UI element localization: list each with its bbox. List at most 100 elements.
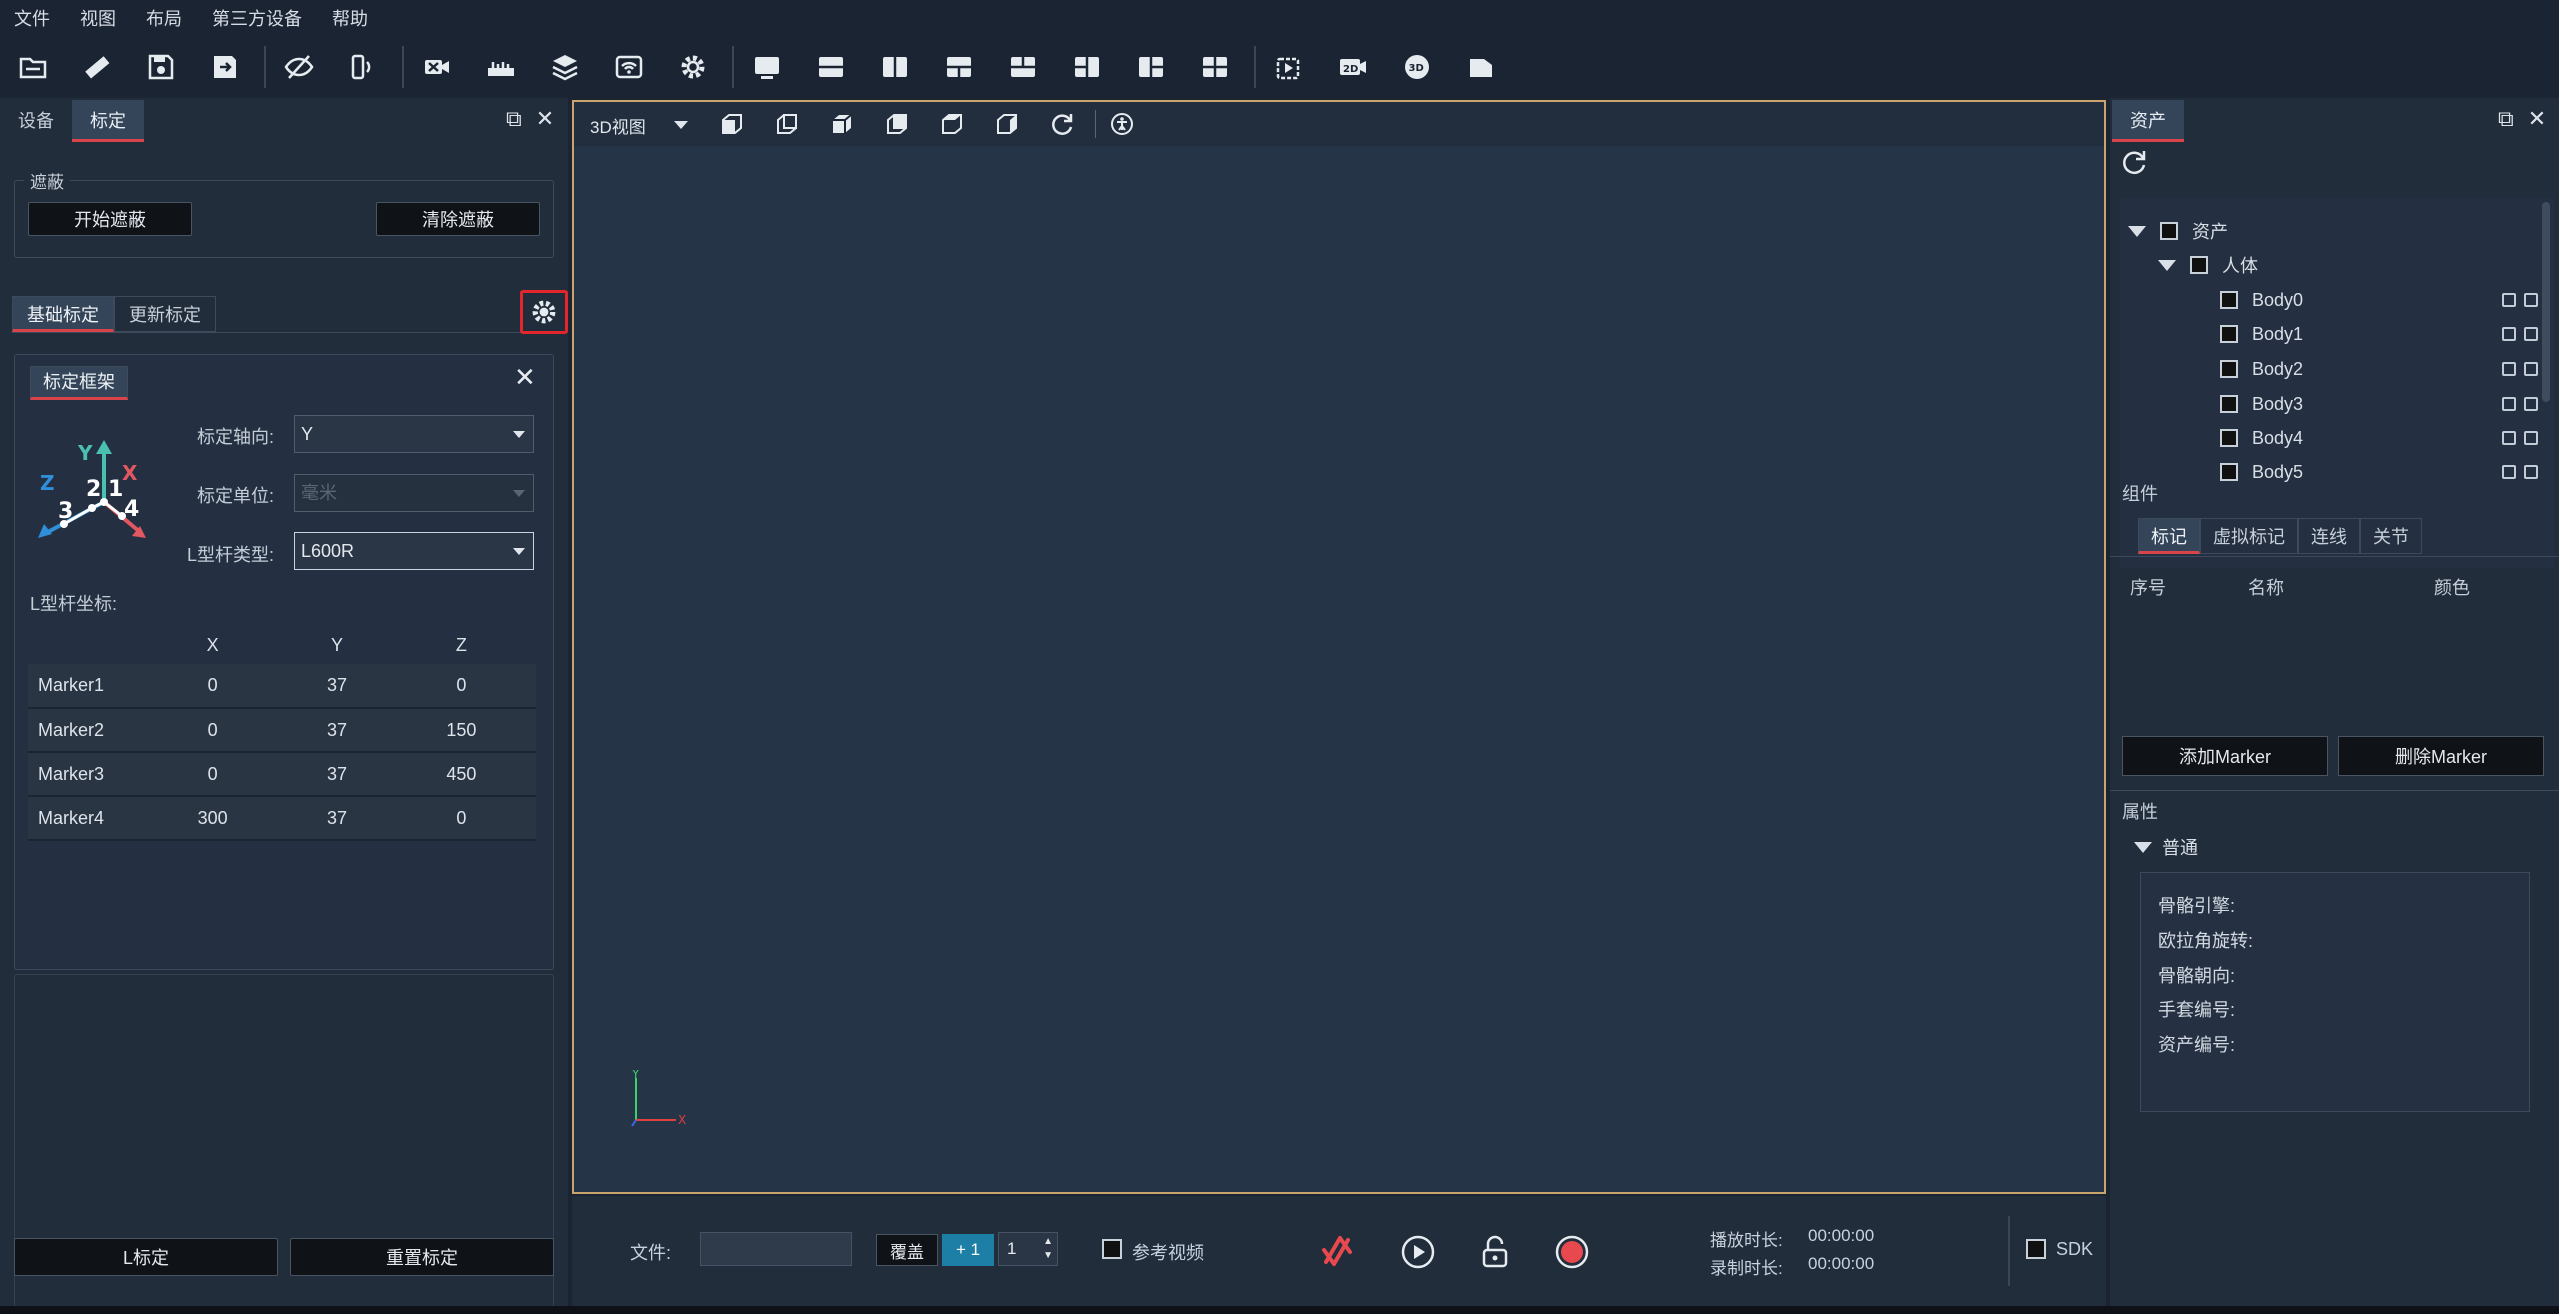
menu-view[interactable]: 视图 [80, 5, 116, 31]
expand-icon[interactable] [2134, 841, 2152, 853]
view-3d-icon[interactable]: 3D [1398, 48, 1436, 86]
overwrite-button[interactable]: 覆盖 [876, 1234, 938, 1266]
layout-split-h-icon[interactable] [812, 48, 850, 86]
device-sync-icon[interactable] [344, 48, 382, 86]
play-icon[interactable] [1400, 1234, 1436, 1270]
refresh-icon[interactable] [2120, 148, 2148, 176]
tree-root-assets[interactable]: 资产 [2128, 214, 2228, 248]
checkbox[interactable] [2190, 256, 2208, 274]
layout-3c-icon[interactable] [1068, 48, 1106, 86]
tree-item-body3[interactable]: Body3 [2220, 387, 2538, 421]
export-icon[interactable] [2524, 327, 2538, 341]
checkbox[interactable] [2220, 325, 2238, 343]
calibration-settings-button[interactable] [520, 290, 568, 334]
plus-one-button[interactable]: + 1 [942, 1234, 994, 1266]
hide-icon[interactable] [280, 48, 318, 86]
camera-record-icon[interactable] [1270, 48, 1308, 86]
tree-item-body5[interactable]: Body5 [2220, 455, 2538, 489]
live-capture-icon[interactable] [1320, 1232, 1356, 1270]
checkbox[interactable] [2220, 463, 2238, 481]
body-actions[interactable] [2502, 465, 2538, 479]
camera-off-icon[interactable] [418, 48, 456, 86]
tab-joints[interactable]: 关节 [2360, 518, 2422, 554]
calibration-bar-icon[interactable] [482, 48, 520, 86]
copy-icon[interactable] [2502, 293, 2516, 307]
tab-update-calibration[interactable]: 更新标定 [114, 296, 216, 332]
save-as-icon[interactable] [206, 48, 244, 86]
export-icon[interactable] [2524, 465, 2538, 479]
general-section[interactable]: 普通 [2134, 830, 2198, 864]
record-button[interactable] [1554, 1234, 1590, 1270]
copy-icon[interactable] [2502, 465, 2516, 479]
view-cube-back-icon[interactable] [771, 108, 803, 140]
undock-icon[interactable]: ⧉ [2498, 108, 2514, 130]
menu-help[interactable]: 帮助 [332, 5, 368, 31]
view-mode-select[interactable]: 3D视图 [590, 113, 646, 138]
layers-icon[interactable] [546, 48, 584, 86]
save-icon[interactable] [142, 48, 180, 86]
body-actions[interactable] [2502, 362, 2538, 376]
body-actions[interactable] [2502, 327, 2538, 341]
spin-arrows-icon[interactable]: ▲ ▼ [1043, 1235, 1053, 1263]
export-icon[interactable] [2524, 362, 2538, 376]
tree-item-body1[interactable]: Body1 [2220, 317, 2538, 351]
start-mask-button[interactable]: 开始遮蔽 [28, 202, 192, 236]
checkbox[interactable] [2220, 395, 2238, 413]
menu-file[interactable]: 文件 [14, 5, 50, 31]
export-icon[interactable] [2524, 397, 2538, 411]
layout-3d-icon[interactable] [1132, 48, 1170, 86]
take-number-spinbox[interactable]: 1 ▲ ▼ [998, 1232, 1058, 1266]
l-bar-type-select[interactable]: L600R [294, 532, 534, 570]
menu-third-party[interactable]: 第三方设备 [212, 5, 302, 31]
layout-3a-icon[interactable] [940, 48, 978, 86]
l-calibration-button[interactable]: L标定 [14, 1238, 278, 1276]
tab-virtual-markers[interactable]: 虚拟标记 [2200, 518, 2298, 554]
tree-scrollbar[interactable] [2542, 202, 2550, 402]
body-actions[interactable] [2502, 293, 2538, 307]
view-cube-top-icon[interactable] [936, 108, 968, 140]
checkbox[interactable] [2220, 429, 2238, 447]
copy-icon[interactable] [2502, 431, 2516, 445]
tab-assets[interactable]: 资产 [2112, 100, 2184, 142]
body-actions[interactable] [2502, 397, 2538, 411]
layout-quad-icon[interactable] [1196, 48, 1234, 86]
delete-marker-button[interactable]: 删除Marker [2338, 736, 2544, 776]
tree-item-body2[interactable]: Body2 [2220, 352, 2538, 386]
view-cube-right-icon[interactable] [881, 108, 913, 140]
layout-single-icon[interactable] [748, 48, 786, 86]
menu-layout[interactable]: 布局 [146, 5, 182, 31]
file-input[interactable] [700, 1232, 852, 1266]
tree-item-body0[interactable]: Body0 [2220, 283, 2538, 317]
close-icon[interactable]: ✕ [2528, 108, 2546, 130]
tab-markers[interactable]: 标记 [2138, 518, 2200, 554]
tab-links[interactable]: 连线 [2298, 518, 2360, 554]
sdk-checkbox[interactable] [2026, 1239, 2046, 1259]
layout-3b-icon[interactable] [1004, 48, 1042, 86]
tab-calibration[interactable]: 标定 [72, 100, 144, 142]
expand-icon[interactable] [2128, 225, 2146, 237]
body-actions[interactable] [2502, 431, 2538, 445]
video-2d-icon[interactable]: 2D [1334, 48, 1372, 86]
copy-icon[interactable] [2502, 362, 2516, 376]
view-cube-left-icon[interactable] [826, 108, 858, 140]
tree-group-human[interactable]: 人体 [2158, 248, 2258, 282]
open-folder-icon[interactable] [14, 48, 52, 86]
view-cube-bottom-icon[interactable] [991, 108, 1023, 140]
refresh-view-icon[interactable] [1046, 108, 1078, 140]
undock-icon[interactable]: ⧉ [506, 108, 522, 130]
export-icon[interactable] [2524, 293, 2538, 307]
export-icon[interactable] [2524, 431, 2538, 445]
copy-icon[interactable] [2502, 397, 2516, 411]
copy-icon[interactable] [2502, 327, 2516, 341]
chevron-down-icon[interactable] [674, 121, 688, 129]
checkbox[interactable] [2220, 360, 2238, 378]
view-cube-front-icon[interactable] [716, 108, 748, 140]
reset-calibration-button[interactable]: 重置标定 [290, 1238, 554, 1276]
close-frame-icon[interactable]: ✕ [514, 362, 536, 393]
checkbox[interactable] [2220, 291, 2238, 309]
accessibility-icon[interactable] [1106, 108, 1138, 140]
settings-icon[interactable] [674, 48, 712, 86]
wifi-router-icon[interactable] [610, 48, 648, 86]
tab-basic-calibration[interactable]: 基础标定 [12, 296, 114, 332]
calibration-frame-tab[interactable]: 标定框架 [30, 366, 128, 400]
